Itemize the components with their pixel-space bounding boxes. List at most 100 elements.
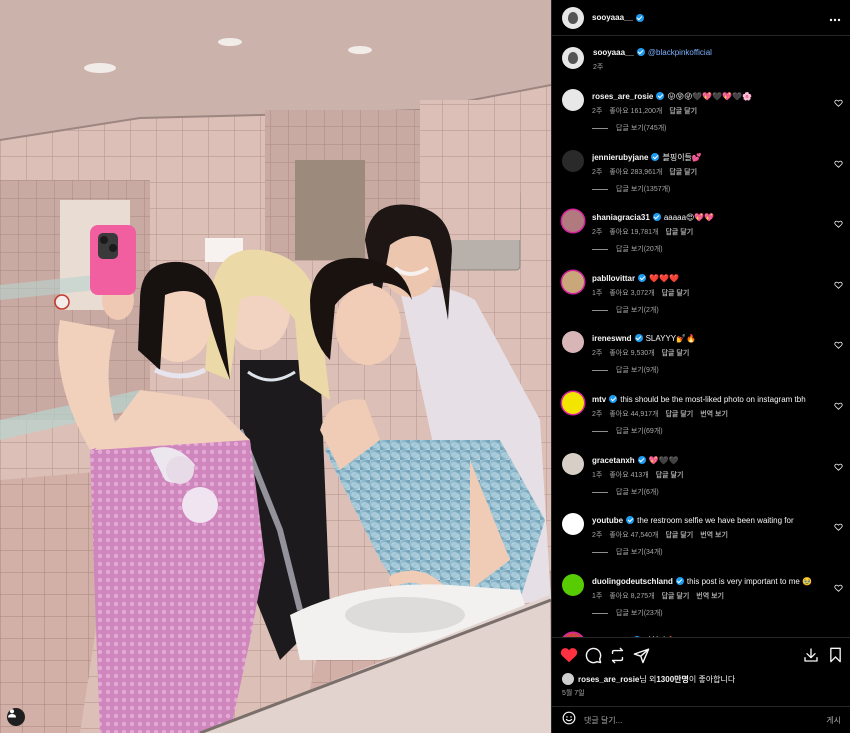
- commenter-username[interactable]: pabllovittar: [592, 274, 635, 283]
- likes-count[interactable]: 1300만명: [656, 674, 689, 685]
- commenter-avatar[interactable]: [562, 513, 584, 535]
- comment-like-button[interactable]: [834, 215, 843, 233]
- view-replies-button[interactable]: 답글 보기(34개): [592, 547, 663, 557]
- commenter-username[interactable]: shaniagracia31: [592, 213, 650, 222]
- emoji-button[interactable]: [562, 711, 576, 730]
- comment-like-button[interactable]: [834, 94, 843, 112]
- commenter-username[interactable]: ireneswnd: [592, 334, 632, 343]
- view-replies-button[interactable]: 답글 보기(1357개): [592, 184, 670, 194]
- comment-item: roses_are_rosie 😛😝😜🖤💖🖤💖🖤🌸 2주 좋아요 161,200개 답글…: [562, 89, 847, 149]
- reply-button[interactable]: 답글 달기: [656, 472, 684, 479]
- commenter-username[interactable]: roses_are_rosie: [592, 92, 653, 101]
- comment-time[interactable]: 1주: [592, 472, 602, 479]
- commenter-username[interactable]: youtube: [592, 516, 623, 525]
- view-replies-label: 답글 보기(9개): [616, 367, 659, 374]
- comment-time[interactable]: 2주: [592, 229, 602, 236]
- post-photo[interactable]: [0, 0, 551, 733]
- comment-likes[interactable]: 좋아요 9,530개: [609, 350, 654, 357]
- commenter-avatar[interactable]: [562, 210, 584, 232]
- caption-username[interactable]: sooyaaa__: [593, 48, 634, 57]
- reply-button[interactable]: 답글 달기: [665, 532, 693, 539]
- save-button[interactable]: [828, 647, 843, 668]
- liker-avatar[interactable]: [562, 673, 574, 685]
- comment-time[interactable]: 2주: [592, 350, 602, 357]
- comment-item: ireneswnd SLAYYY💅🔥 2주 좋아요 9,530개 답글 달기 답글 보기(…: [562, 331, 847, 391]
- translate-button[interactable]: 번역 보기: [700, 532, 728, 539]
- commenter-username[interactable]: mtv: [592, 395, 606, 404]
- caption-mention-link[interactable]: @blackpinkofficial: [648, 48, 712, 57]
- reply-button[interactable]: 답글 달기: [665, 411, 693, 418]
- comment-like-button[interactable]: [834, 155, 843, 173]
- comments-list[interactable]: sooyaaa__ @blackpinkofficial 2주 roses_are…: [552, 37, 850, 637]
- view-replies-button[interactable]: 답글 보기(6개): [592, 487, 659, 497]
- comment-time[interactable]: 2주: [592, 411, 602, 418]
- comment-likes[interactable]: 좋아요 161,200개: [609, 108, 662, 115]
- commenter-username[interactable]: duolingodeutschland: [592, 577, 673, 586]
- view-replies-button[interactable]: 답글 보기(23개): [592, 608, 663, 618]
- commenter-avatar[interactable]: [562, 453, 584, 475]
- view-replies-button[interactable]: 답글 보기(2개): [592, 305, 659, 315]
- download-button[interactable]: [803, 647, 819, 668]
- reply-button[interactable]: 답글 달기: [665, 229, 693, 236]
- view-replies-button[interactable]: 답글 보기(20개): [592, 244, 663, 254]
- comment-time[interactable]: 2주: [592, 532, 602, 539]
- comment-likes[interactable]: 좋아요 3,072개: [609, 290, 654, 297]
- comment-likes[interactable]: 좋아요 44,917개: [609, 411, 658, 418]
- comment-text: the restroom selfie we have been waiting…: [637, 516, 794, 525]
- comment-likes[interactable]: 좋아요 19,781개: [609, 229, 658, 236]
- liked-by-end: 이 좋아합니다: [688, 674, 736, 684]
- comment-time[interactable]: 2주: [592, 169, 602, 176]
- caption-avatar[interactable]: [562, 47, 584, 69]
- comment-like-button[interactable]: [834, 518, 843, 536]
- verified-badge-icon: [656, 92, 665, 100]
- reply-button[interactable]: 답글 달기: [669, 169, 697, 176]
- author-avatar[interactable]: [562, 6, 584, 29]
- commenter-avatar[interactable]: [562, 392, 584, 414]
- commenter-avatar[interactable]: [562, 271, 584, 293]
- more-options-button[interactable]: [829, 11, 841, 25]
- view-replies-button[interactable]: 답글 보기(745개): [592, 123, 667, 133]
- heart-outline-icon: [834, 402, 843, 410]
- heart-outline-icon: [834, 523, 843, 531]
- commenter-avatar[interactable]: [562, 331, 584, 353]
- comment-time[interactable]: 1주: [592, 593, 602, 600]
- comment-like-button[interactable]: [834, 579, 843, 597]
- comment-likes[interactable]: 좋아요 47,540개: [609, 532, 658, 539]
- comment-like-button[interactable]: [834, 276, 843, 294]
- comment-like-button[interactable]: [834, 458, 843, 476]
- tagged-users-button[interactable]: [7, 708, 25, 726]
- view-replies-label: 답글 보기(23개): [616, 610, 663, 617]
- comment-likes[interactable]: 좋아요 283,961개: [609, 169, 662, 176]
- author-username[interactable]: sooyaaa__: [592, 13, 633, 22]
- comment-like-button[interactable]: [834, 397, 843, 415]
- liker-username[interactable]: roses_are_rosie: [578, 675, 639, 684]
- reply-button[interactable]: 답글 달기: [662, 290, 690, 297]
- commenter-avatar[interactable]: [562, 150, 584, 172]
- verified-badge-icon: [675, 577, 684, 585]
- comment-likes[interactable]: 좋아요 8,275개: [609, 593, 654, 600]
- commenter-avatar[interactable]: [562, 574, 584, 596]
- view-replies-button[interactable]: 답글 보기(9개): [592, 365, 659, 375]
- comment-likes[interactable]: 좋아요 413개: [609, 472, 648, 479]
- post-comment-button[interactable]: 게시: [826, 715, 841, 726]
- reply-button[interactable]: 답글 달기: [662, 593, 690, 600]
- translate-button[interactable]: 번역 보기: [696, 593, 724, 600]
- comment-time[interactable]: 1주: [592, 290, 602, 297]
- commenter-username[interactable]: jennierubyjane: [592, 153, 648, 162]
- translate-button[interactable]: 번역 보기: [700, 411, 728, 418]
- send-icon: [633, 648, 650, 664]
- reply-button[interactable]: 답글 달기: [662, 350, 690, 357]
- repost-button[interactable]: [609, 647, 626, 669]
- share-button[interactable]: [633, 647, 650, 669]
- comment-input[interactable]: [584, 716, 827, 725]
- comment-time[interactable]: 2주: [592, 108, 602, 115]
- comment-button[interactable]: [585, 647, 602, 669]
- view-replies-button[interactable]: 답글 보기(69개): [592, 426, 663, 436]
- commenter-username[interactable]: gracetanxh: [592, 456, 635, 465]
- like-button[interactable]: [560, 647, 578, 668]
- comment-composer: 게시: [552, 706, 850, 733]
- reply-button[interactable]: 답글 달기: [669, 108, 697, 115]
- post-date[interactable]: 5월 7일: [562, 688, 585, 698]
- comment-like-button[interactable]: [834, 336, 843, 354]
- commenter-avatar[interactable]: [562, 89, 584, 111]
